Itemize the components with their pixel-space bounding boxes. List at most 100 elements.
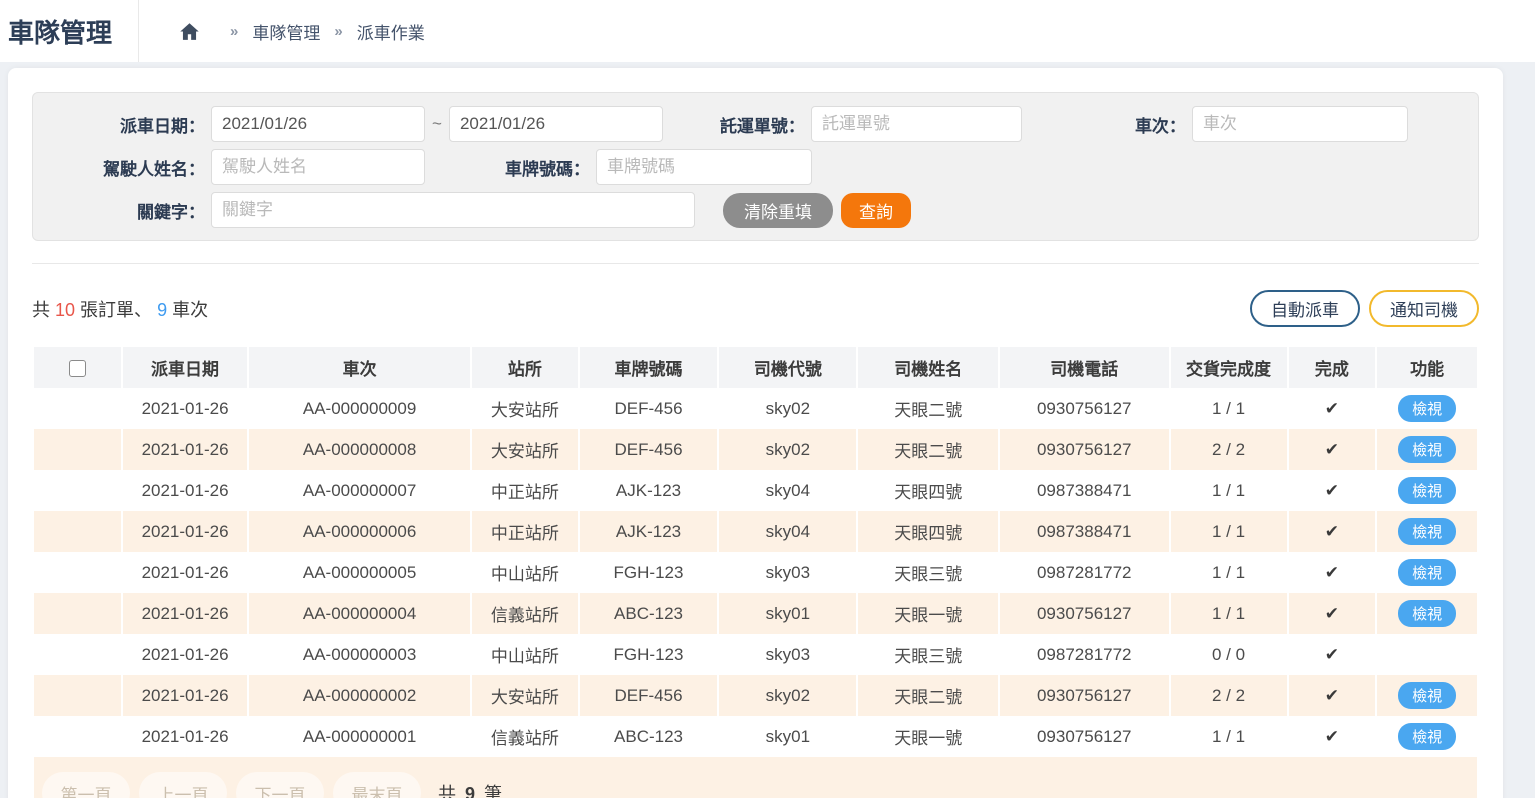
cell-action: 檢視	[1377, 429, 1477, 470]
cell-plate: DEF-456	[580, 388, 717, 429]
breadcrumb-separator: »	[230, 23, 238, 40]
cell-station: 中正站所	[472, 511, 578, 552]
view-button[interactable]: 檢視	[1398, 518, 1456, 545]
keyword-label: 關鍵字：	[33, 198, 211, 223]
cell-driver-name: 天眼一號	[858, 716, 997, 757]
cell-station: 大安站所	[472, 429, 578, 470]
section-divider	[32, 263, 1479, 264]
table-row: 2021-01-26AA-000000004信義站所ABC-123sky01天眼…	[34, 593, 1477, 634]
column-header: 站所	[472, 347, 578, 388]
trip-input[interactable]	[1192, 106, 1408, 142]
column-header: 完成	[1289, 347, 1376, 388]
first-page-button[interactable]: 第一頁	[42, 772, 130, 798]
done-check-icon: ✔	[1325, 522, 1339, 541]
view-button[interactable]: 檢視	[1398, 682, 1456, 709]
driver-name-input[interactable]	[211, 149, 425, 185]
breadcrumb-item-dispatch[interactable]: 派車作業	[357, 19, 425, 44]
total-count-label: 共 9 筆	[438, 780, 502, 798]
cell-action: 檢視	[1377, 675, 1477, 716]
cell-done: ✔	[1289, 511, 1376, 552]
notify-drivers-button[interactable]: 通知司機	[1369, 290, 1479, 327]
done-check-icon: ✔	[1325, 481, 1339, 500]
cell-station: 中山站所	[472, 634, 578, 675]
cell-driver-name: 天眼三號	[858, 552, 997, 593]
view-button[interactable]: 檢視	[1398, 600, 1456, 627]
dispatch-table: 派車日期車次站所車牌號碼司機代號司機姓名司機電話交貨完成度完成功能 2021-0…	[32, 347, 1479, 757]
prev-page-button[interactable]: 上一頁	[139, 772, 227, 798]
reset-button[interactable]: 清除重填	[723, 193, 833, 228]
result-summary: 共 10 張訂單、 9 車次	[32, 296, 208, 322]
cell-driver-phone: 0930756127	[1000, 716, 1169, 757]
dispatch-date-from-input[interactable]	[211, 106, 425, 142]
pagination: 第一頁 上一頁 下一頁 最末頁 共 9 筆	[34, 757, 1477, 798]
cell-trip-no: AA-000000006	[249, 511, 470, 552]
select-all-checkbox[interactable]	[69, 360, 86, 377]
cell-progress: 0 / 0	[1171, 634, 1287, 675]
cell-done: ✔	[1289, 716, 1376, 757]
table-row: 2021-01-26AA-000000001信義站所ABC-123sky01天眼…	[34, 716, 1477, 757]
cell-progress: 1 / 1	[1171, 388, 1287, 429]
view-button[interactable]: 檢視	[1398, 477, 1456, 504]
dispatch-date-to-input[interactable]	[449, 106, 663, 142]
summary-suffix: 車次	[167, 300, 208, 320]
column-header: 車次	[249, 347, 470, 388]
cell-date: 2021-01-26	[123, 429, 248, 470]
view-button[interactable]: 檢視	[1398, 436, 1456, 463]
search-panel: 派車日期： ~ 託運單號： 車次： 駕駛人姓名： 車牌號碼： 關鍵字： 清除重填…	[32, 92, 1479, 241]
cell-progress: 2 / 2	[1171, 675, 1287, 716]
column-header: 派車日期	[123, 347, 248, 388]
cell-driver-phone: 0930756127	[1000, 675, 1169, 716]
waybill-input[interactable]	[811, 106, 1022, 142]
cell-action	[1377, 634, 1477, 675]
summary-row: 共 10 張訂單、 9 車次 自動派車 通知司機	[32, 290, 1479, 327]
view-button[interactable]: 檢視	[1398, 395, 1456, 422]
order-count: 10	[55, 300, 75, 320]
home-icon[interactable]	[179, 21, 200, 42]
header-select-cell	[34, 347, 121, 388]
cell-done: ✔	[1289, 552, 1376, 593]
last-page-button[interactable]: 最末頁	[333, 772, 421, 798]
breadcrumb-item-fleet[interactable]: 車隊管理	[252, 19, 320, 44]
cell-date: 2021-01-26	[123, 470, 248, 511]
cell-date: 2021-01-26	[123, 716, 248, 757]
driver-name-label: 駕駛人姓名：	[33, 155, 211, 180]
next-page-button[interactable]: 下一頁	[236, 772, 324, 798]
column-header: 車牌號碼	[580, 347, 717, 388]
cell-date: 2021-01-26	[123, 388, 248, 429]
plate-input[interactable]	[596, 149, 812, 185]
trip-count: 9	[157, 300, 167, 320]
keyword-input[interactable]	[211, 192, 695, 228]
cell-trip-no: AA-000000005	[249, 552, 470, 593]
dispatch-date-label: 派車日期：	[33, 112, 211, 137]
cell-date: 2021-01-26	[123, 634, 248, 675]
cell-plate: FGH-123	[580, 552, 717, 593]
cell-date: 2021-01-26	[123, 593, 248, 634]
cell-station: 信義站所	[472, 593, 578, 634]
cell-progress: 1 / 1	[1171, 716, 1287, 757]
auto-dispatch-button[interactable]: 自動派車	[1250, 290, 1360, 327]
row-select-cell	[34, 552, 121, 593]
done-check-icon: ✔	[1325, 563, 1339, 582]
done-check-icon: ✔	[1325, 604, 1339, 623]
cell-plate: AJK-123	[580, 511, 717, 552]
page-title: 車隊管理	[6, 13, 138, 50]
row-select-cell	[34, 511, 121, 552]
query-button[interactable]: 查詢	[841, 193, 911, 228]
view-button[interactable]: 檢視	[1398, 559, 1456, 586]
date-range-separator: ~	[432, 114, 442, 134]
cell-trip-no: AA-000000009	[249, 388, 470, 429]
cell-plate: DEF-456	[580, 429, 717, 470]
cell-action: 檢視	[1377, 511, 1477, 552]
cell-done: ✔	[1289, 470, 1376, 511]
row-select-cell	[34, 429, 121, 470]
cell-plate: FGH-123	[580, 634, 717, 675]
total-prefix: 共	[438, 784, 461, 798]
table-body: 2021-01-26AA-000000009大安站所DEF-456sky02天眼…	[34, 388, 1477, 757]
column-header: 功能	[1377, 347, 1477, 388]
cell-driver-phone: 0987388471	[1000, 511, 1169, 552]
row-select-cell	[34, 470, 121, 511]
view-button[interactable]: 檢視	[1398, 723, 1456, 750]
cell-date: 2021-01-26	[123, 511, 248, 552]
cell-driver-name: 天眼三號	[858, 634, 997, 675]
search-row-1: 派車日期： ~ 託運單號： 車次：	[33, 106, 1460, 142]
